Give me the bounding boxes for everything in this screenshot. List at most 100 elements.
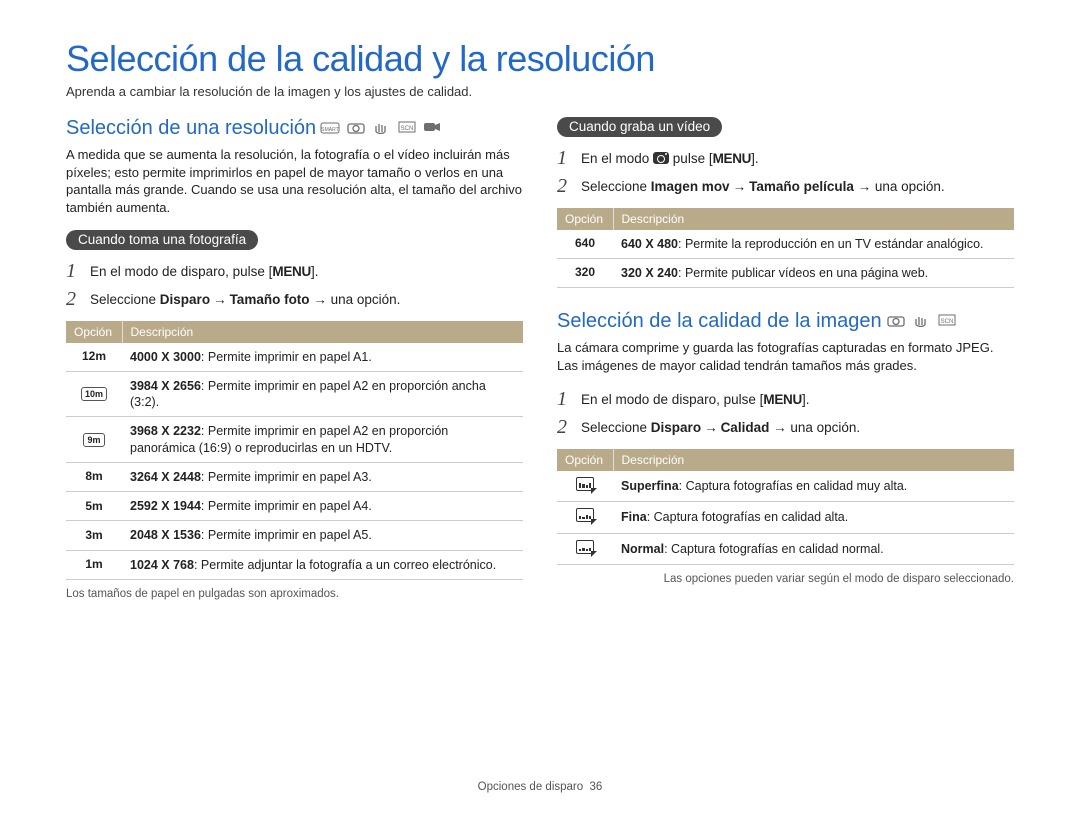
footer-page-number: 36 — [590, 781, 603, 793]
table-row: Fina: Captura fotografías en calidad alt… — [557, 502, 1014, 534]
step-text: → una opción. — [854, 179, 945, 194]
quality-description: Fina: Captura fotografías en calidad alt… — [613, 502, 1014, 534]
page-intro: Aprenda a cambiar la resolución de la im… — [66, 84, 1014, 99]
smart-mode-icon: SMART — [320, 120, 340, 134]
table-row: 8m3264 X 2448: Permite imprimir en papel… — [66, 462, 523, 491]
svg-text:SCN: SCN — [401, 126, 414, 132]
resolution-option-icon: 12m — [66, 343, 122, 372]
th-description: Descripción — [613, 449, 1014, 471]
video-description: 640 X 480: Permite la reproducción en un… — [613, 230, 1014, 259]
table-row: 9m3968 X 2232: Permite imprimir en papel… — [66, 417, 523, 463]
step-number: 2 — [557, 416, 573, 438]
photo-steps: 1 En el modo de disparo, pulse [MENU]. 2… — [66, 260, 523, 311]
table-row: 3m2048 X 1536: Permite imprimir en papel… — [66, 521, 523, 550]
svg-text:SCN: SCN — [940, 319, 953, 325]
section-title-resolution: Selección de una resolución SMART SCN — [66, 117, 523, 140]
photo-pill: Cuando toma una fotografía — [66, 230, 258, 250]
resolution-description: 2048 X 1536: Permite imprimir en papel A… — [122, 521, 523, 550]
menu-key: MENU — [713, 151, 752, 166]
th-description: Descripción — [122, 321, 523, 343]
video-description: 320 X 240: Permite publicar vídeos en un… — [613, 258, 1014, 287]
quality-description: Superfina: Captura fotografías en calida… — [613, 471, 1014, 502]
video-mode-icon — [422, 120, 442, 134]
quality-description: Normal: Captura fotografías en calidad n… — [613, 533, 1014, 565]
quality-steps: 1 En el modo de disparo, pulse [MENU]. 2… — [557, 388, 1014, 439]
section-title-quality: Selección de la calidad de la imagen SCN — [557, 310, 1014, 333]
right-column: Cuando graba un vídeo 1 En el modo pulse… — [557, 117, 1014, 600]
section-title-quality-text: Selección de la calidad de la imagen — [557, 310, 882, 333]
th-option: Opción — [557, 208, 613, 230]
quality-option-icon — [557, 502, 613, 534]
table-row: 1m1024 X 768: Permite adjuntar la fotogr… — [66, 550, 523, 579]
step-number: 1 — [557, 147, 573, 169]
resolution-description: 1024 X 768: Permite adjuntar la fotograf… — [122, 550, 523, 579]
mode-icons-quality: SCN — [886, 310, 957, 333]
menu-key: MENU — [272, 264, 311, 279]
table-row: 320320 X 240: Permite publicar vídeos en… — [557, 258, 1014, 287]
resolution-option-icon: 10m — [66, 371, 122, 417]
th-description: Descripción — [613, 208, 1014, 230]
section-title-resolution-text: Selección de una resolución — [66, 117, 316, 140]
step-bold: Tamaño película — [749, 179, 854, 194]
step-text: En el modo — [581, 151, 653, 166]
resolution-description: 3968 X 2232: Permite imprimir en papel A… — [122, 417, 523, 463]
photo-step-2: 2 Seleccione Disparo→Tamaño foto → una o… — [66, 288, 523, 310]
left-column: Selección de una resolución SMART SCN A … — [66, 117, 523, 600]
camera-mode-icon — [886, 313, 906, 327]
hand-mode-icon — [371, 120, 391, 134]
step-text: Seleccione — [581, 179, 651, 194]
video-resolution-table: Opción Descripción 640640 X 480: Permite… — [557, 208, 1014, 289]
quality-note: Las opciones pueden variar según el modo… — [557, 573, 1014, 585]
page-title: Selección de la calidad y la resolución — [66, 38, 1014, 80]
video-step-1: 1 En el modo pulse [MENU]. — [557, 147, 1014, 169]
table-row: 640640 X 480: Permite la reproducción en… — [557, 230, 1014, 259]
step-text: pulse [ — [669, 151, 713, 166]
step-number: 1 — [66, 260, 82, 282]
step-bold: Calidad — [721, 420, 770, 435]
footer-section: Opciones de disparo — [478, 781, 583, 793]
svg-text:SMART: SMART — [321, 127, 338, 133]
table-row: Superfina: Captura fotografías en calida… — [557, 471, 1014, 502]
step-text: Seleccione — [90, 292, 160, 307]
resolution-option-icon: 1m — [66, 550, 122, 579]
step-text: ]. — [802, 392, 810, 407]
quality-table: Opción Descripción Superfina: Captura fo… — [557, 449, 1014, 566]
step-bold: Disparo — [160, 292, 210, 307]
resolution-description: 4000 X 3000: Permite imprimir en papel A… — [122, 343, 523, 372]
quality-paragraph: La cámara comprime y guarda las fotograf… — [557, 339, 1014, 374]
photo-table-note: Los tamaños de papel en pulgadas son apr… — [66, 588, 523, 600]
resolution-paragraph: A medida que se aumenta la resolución, l… — [66, 146, 523, 216]
step-number: 2 — [557, 175, 573, 197]
video-option-icon: 320 — [557, 258, 613, 287]
two-column-layout: Selección de una resolución SMART SCN A … — [66, 117, 1014, 600]
camera-mode-icon — [346, 120, 366, 134]
resolution-option-icon: 3m — [66, 521, 122, 550]
step-arrow: → — [730, 179, 750, 194]
step-number: 1 — [557, 388, 573, 410]
step-text: En el modo de disparo, pulse [ — [90, 264, 272, 279]
step-number: 2 — [66, 288, 82, 310]
video-steps: 1 En el modo pulse [MENU]. 2 Seleccione … — [557, 147, 1014, 198]
video-pill: Cuando graba un vídeo — [557, 117, 722, 137]
menu-key: MENU — [763, 392, 802, 407]
video-step-2: 2 Seleccione Imagen mov→Tamaño película … — [557, 175, 1014, 197]
photo-resolution-table: Opción Descripción 12m4000 X 3000: Permi… — [66, 321, 523, 580]
step-arrow: → — [701, 420, 721, 435]
resolution-option-icon: 5m — [66, 492, 122, 521]
quality-option-icon — [557, 471, 613, 502]
resolution-description: 2592 X 1944: Permite imprimir en papel A… — [122, 492, 523, 521]
th-option: Opción — [66, 321, 122, 343]
step-text: En el modo de disparo, pulse [ — [581, 392, 763, 407]
page-footer: Opciones de disparo 36 — [0, 781, 1080, 793]
step-bold: Disparo — [651, 420, 701, 435]
resolution-option-icon: 9m — [66, 417, 122, 463]
quality-step-1: 1 En el modo de disparo, pulse [MENU]. — [557, 388, 1014, 410]
table-row: 10m3984 X 2656: Permite imprimir en pape… — [66, 371, 523, 417]
step-text: → una opción. — [769, 420, 860, 435]
step-bold: Imagen mov — [651, 179, 730, 194]
th-option: Opción — [557, 449, 613, 471]
hand-mode-icon — [911, 313, 931, 327]
resolution-description: 3984 X 2656: Permite imprimir en papel A… — [122, 371, 523, 417]
step-bold: Tamaño foto — [230, 292, 310, 307]
resolution-option-icon: 8m — [66, 462, 122, 491]
